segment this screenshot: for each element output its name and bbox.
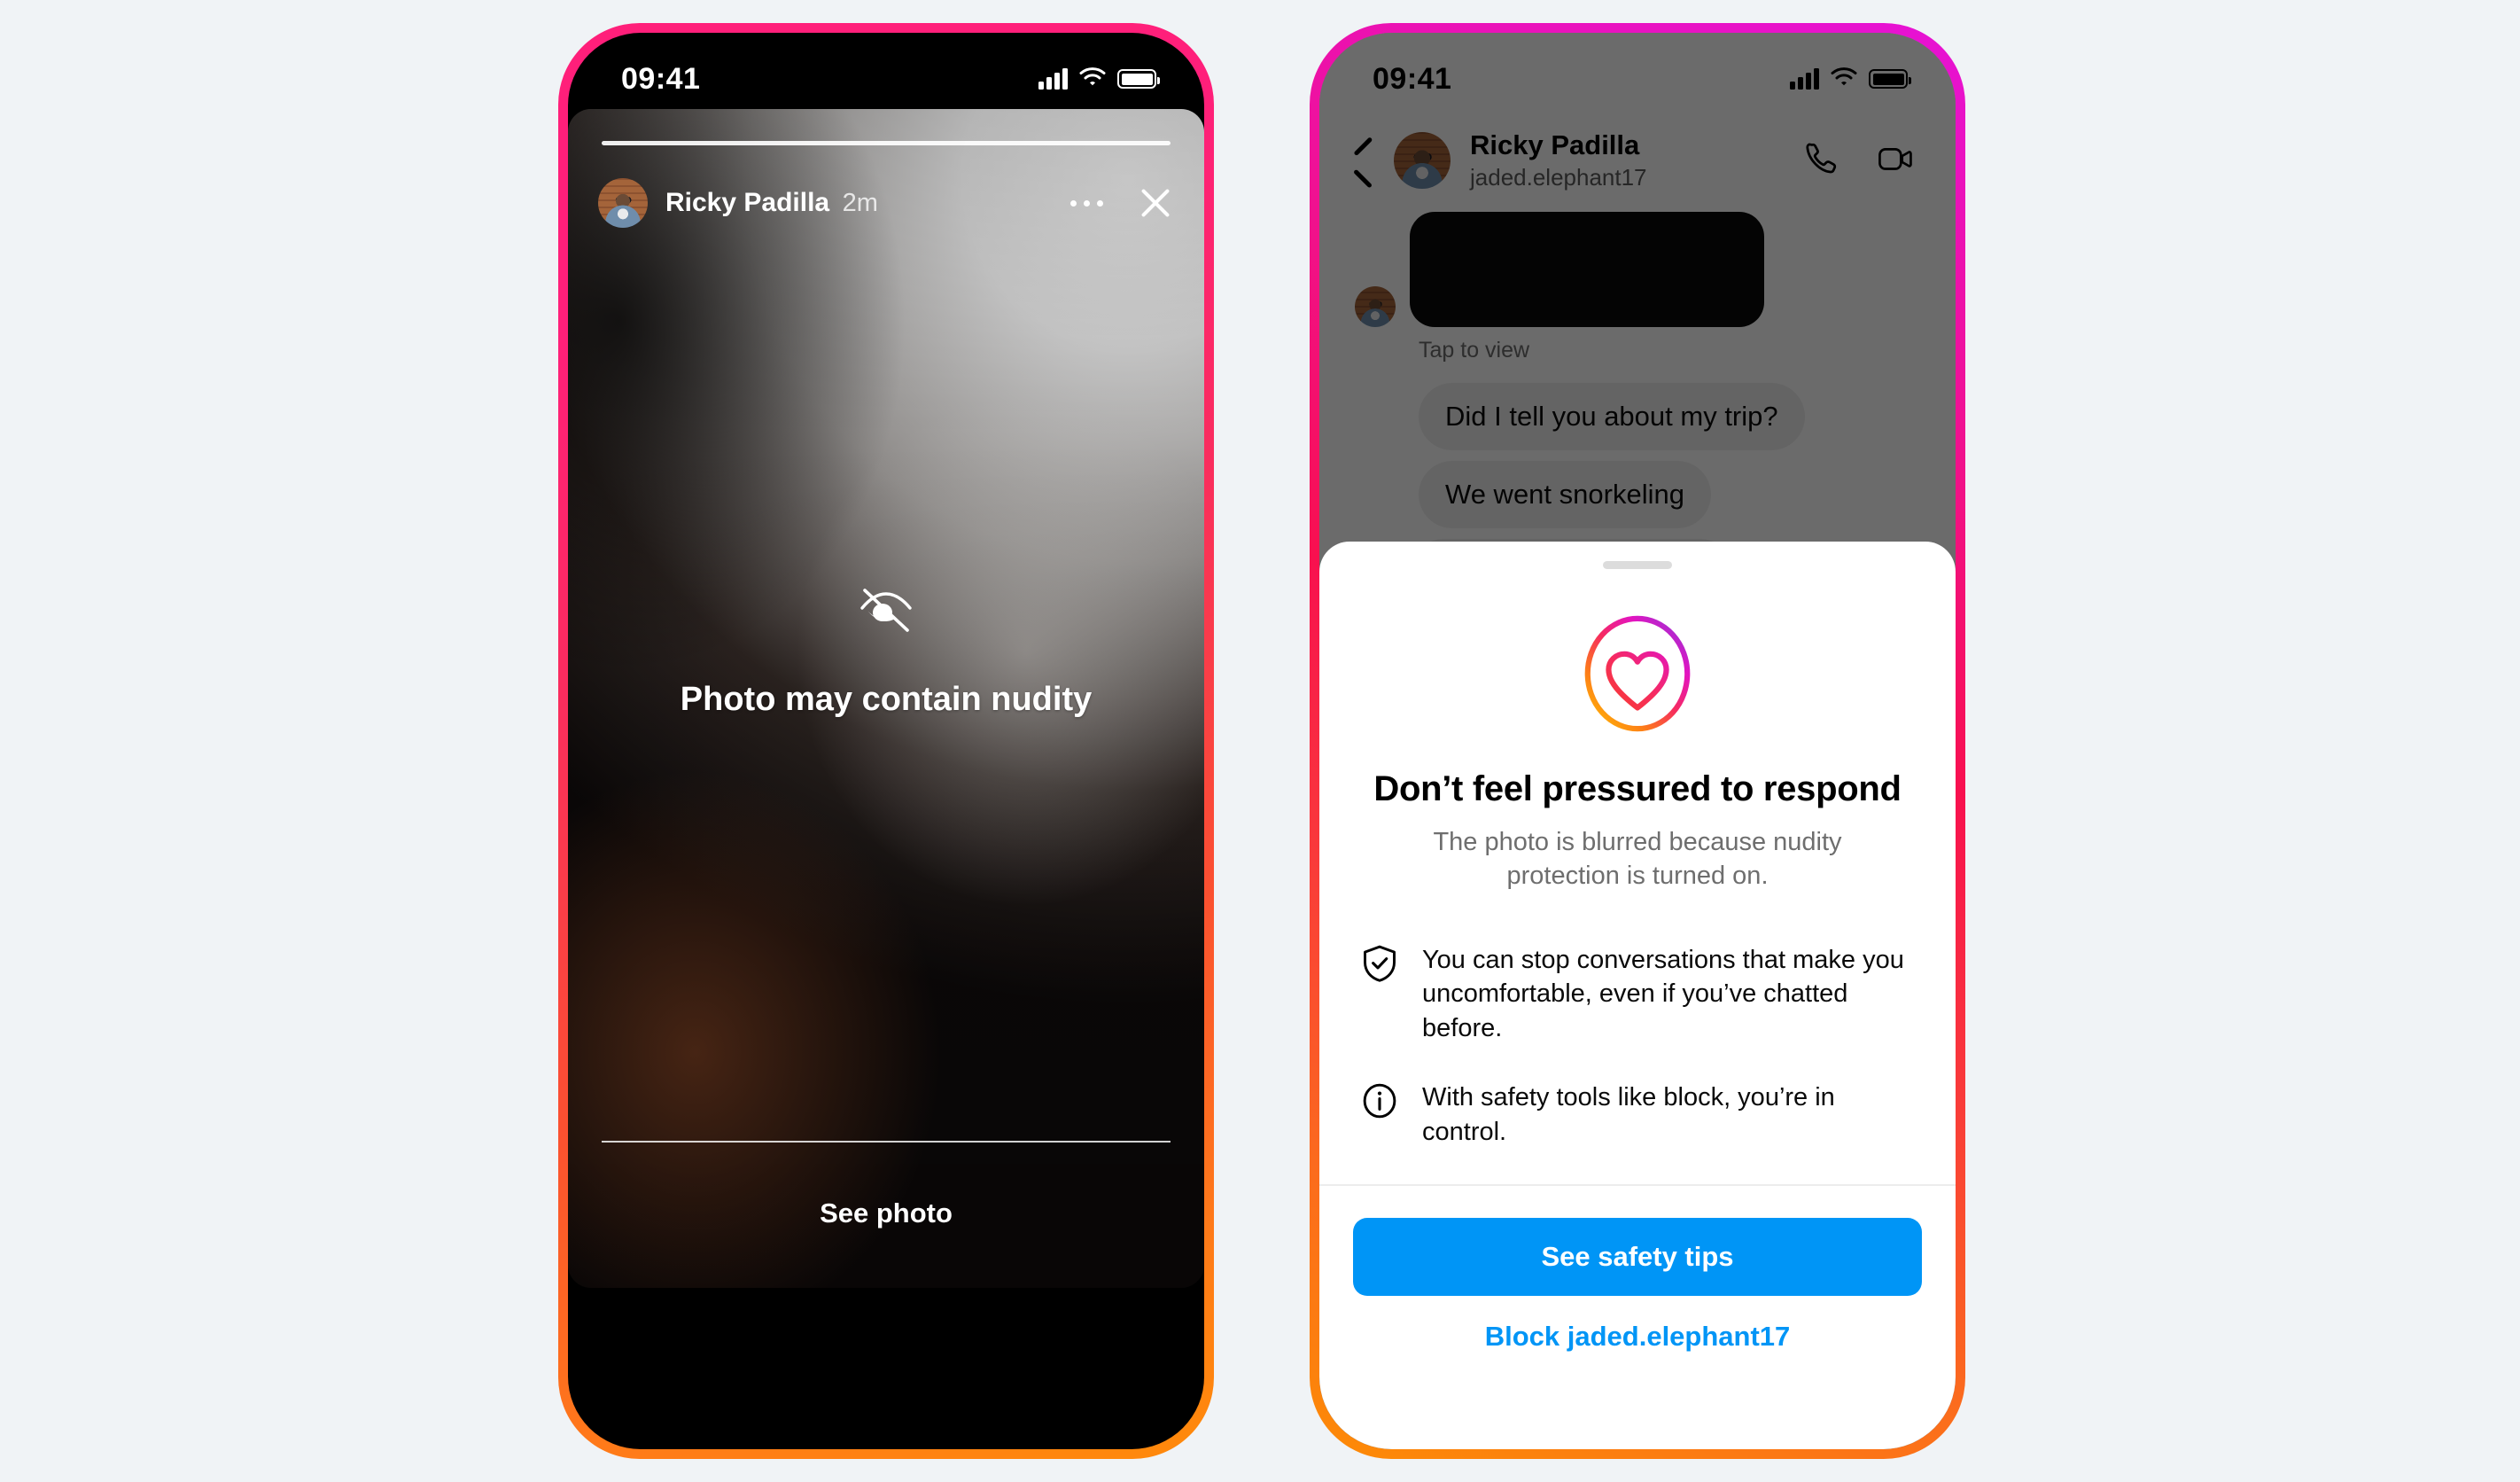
cellular-bars-icon (1790, 68, 1819, 90)
battery-full-icon (1869, 69, 1911, 89)
list-item: You can stop conversations that make you… (1360, 943, 1915, 1046)
sheet-title: Don’t feel pressured to respond (1373, 769, 1902, 808)
bullet-text: You can stop conversations that make you… (1422, 945, 1904, 1042)
wifi-icon (1831, 66, 1857, 91)
list-item: With safety tools like block, you’re in … (1360, 1080, 1915, 1149)
nudity-warning: Photo may contain nudity (568, 579, 1204, 719)
see-safety-tips-button[interactable]: See safety tips (1353, 1218, 1922, 1297)
divider (602, 1141, 1171, 1143)
phone-right-screen: 09:41 Don’t feel pressured to respond Th… (1319, 33, 1956, 1449)
block-user-button[interactable]: Block jaded.elephant17 (1353, 1296, 1922, 1361)
status-bar-icons (1790, 66, 1911, 91)
status-bar-time: 09:41 (1373, 61, 1452, 96)
story-author-name: Ricky Padilla (665, 188, 830, 217)
avatar[interactable] (598, 178, 648, 228)
phone-left-story-viewer: 09:41 Ricky Padilla 2m Photo may contain… (558, 23, 1214, 1459)
instagram-heart-gradient-icon (1584, 615, 1691, 732)
shield-check-icon (1360, 943, 1399, 988)
sheet-grabber[interactable] (1603, 561, 1672, 569)
story-actions (1070, 184, 1174, 222)
battery-full-icon (1117, 69, 1160, 89)
story-timestamp: 2m (842, 189, 878, 217)
phone-right-dm-thread: 09:41 Don’t feel pressured to respond Th… (1310, 23, 1965, 1459)
sheet-bullet-list: You can stop conversations that make you… (1319, 893, 1956, 1150)
status-bar-right: 09:41 (1319, 33, 1956, 109)
dm-screen: 09:41 Don’t feel pressured to respond Th… (1319, 33, 1956, 1449)
sheet-subtitle: The photo is blurred because nudity prot… (1433, 828, 1842, 891)
eye-off-icon (853, 589, 919, 637)
status-bar-left: 09:41 (568, 33, 1204, 109)
story-progress-bar (602, 141, 1171, 145)
story-blurred-photo[interactable]: Ricky Padilla 2m Photo may contain nudit… (568, 109, 1204, 1288)
close-icon[interactable] (1137, 184, 1174, 222)
story-header: Ricky Padilla 2m (598, 178, 1174, 228)
status-bar-icons (1038, 66, 1160, 91)
status-bar-time: 09:41 (621, 61, 701, 96)
nudity-warning-title: Photo may contain nudity (680, 681, 1093, 718)
see-photo-button[interactable]: See photo (602, 1197, 1171, 1229)
see-photo-section[interactable]: See photo (568, 1141, 1204, 1288)
sheet-actions: See safety tips Block jaded.elephant17 (1319, 1186, 1956, 1397)
sheet-header: Don’t feel pressured to respond The phot… (1319, 569, 1956, 893)
phone-left-screen: 09:41 Ricky Padilla 2m Photo may contain… (568, 33, 1204, 1449)
nudity-protection-sheet: Don’t feel pressured to respond The phot… (1319, 542, 1956, 1449)
screenshot-stage: 09:41 Ricky Padilla 2m Photo may contain… (0, 0, 2520, 1482)
info-circle-icon (1360, 1080, 1399, 1126)
cellular-bars-icon (1038, 68, 1068, 90)
more-options-icon[interactable] (1070, 199, 1103, 207)
story-author: Ricky Padilla 2m (665, 188, 878, 218)
bullet-text: With safety tools like block, you’re in … (1422, 1083, 1835, 1146)
wifi-icon (1079, 66, 1106, 91)
